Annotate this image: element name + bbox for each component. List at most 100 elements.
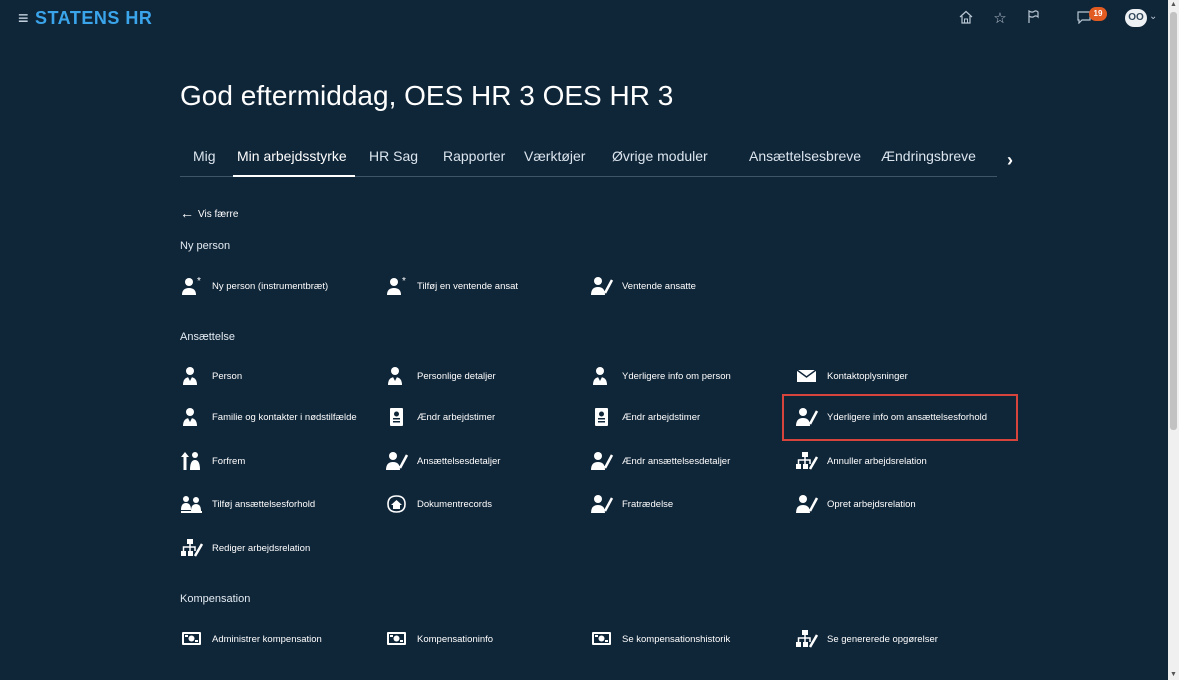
watchlist-flag-icon[interactable] bbox=[1023, 9, 1043, 28]
greeting-title: God eftermiddag, OES HR 3 OES HR 3 bbox=[180, 80, 674, 111]
item-kontaktoplysninger[interactable]: Kontaktoplysninger bbox=[795, 365, 908, 387]
person-edit-icon bbox=[590, 276, 614, 296]
new-person-icon bbox=[180, 276, 204, 296]
item-label: Tilføj ansættelsesforhold bbox=[212, 498, 316, 510]
vertical-scrollbar[interactable]: ▲ ▼ bbox=[1168, 0, 1179, 680]
item-administrer-kompensation[interactable]: Administrer kompensation bbox=[180, 628, 322, 650]
item-label: Forfrem bbox=[212, 455, 246, 467]
person-edit-icon bbox=[795, 494, 819, 514]
org-chart-edit-icon bbox=[180, 538, 204, 558]
item-aendr-arbejdstimer-2[interactable]: Ændr arbejdstimer bbox=[590, 406, 700, 428]
compensation-icon bbox=[590, 629, 614, 649]
item-label: Kompensationinfo bbox=[417, 633, 494, 645]
item-ventende-ansatte[interactable]: Ventende ansatte bbox=[590, 275, 696, 297]
person-edit-icon bbox=[590, 451, 614, 471]
item-label: Rediger arbejdsrelation bbox=[212, 542, 311, 554]
tab-rapporter[interactable]: Rapporter bbox=[443, 148, 505, 164]
chevron-down-icon[interactable]: ⌄ bbox=[1149, 11, 1157, 22]
tab-aendringsbreve[interactable]: Ændringsbreve bbox=[881, 148, 976, 164]
item-label: Tilføj en ventende ansat bbox=[417, 280, 519, 292]
item-se-kompensationshistorik[interactable]: Se kompensationshistorik bbox=[590, 628, 730, 650]
person-icon bbox=[180, 407, 204, 427]
item-label: Person bbox=[212, 370, 243, 382]
item-annuller-arbejdsrelation[interactable]: Annuller arbejdsrelation bbox=[795, 450, 927, 472]
user-avatar[interactable]: OO bbox=[1125, 9, 1147, 27]
id-badge-icon bbox=[385, 407, 409, 427]
item-aendr-arbejdstimer-1[interactable]: Ændr arbejdstimer bbox=[385, 406, 495, 428]
item-fratraedelse[interactable]: Fratrædelse bbox=[590, 493, 673, 515]
item-person[interactable]: Person bbox=[180, 365, 242, 387]
compensation-icon bbox=[385, 629, 409, 649]
item-ny-person[interactable]: Ny person (instrumentbræt) bbox=[180, 275, 328, 297]
item-forfrem[interactable]: Forfrem bbox=[180, 450, 245, 472]
item-label: Ny person (instrumentbræt) bbox=[212, 280, 329, 292]
active-tab-indicator bbox=[233, 175, 355, 177]
scrollbar-thumb[interactable] bbox=[1170, 12, 1177, 430]
item-dokumentrecords[interactable]: Dokumentrecords bbox=[385, 493, 492, 515]
item-tilfoej-ventende-ansat[interactable]: Tilføj en ventende ansat bbox=[385, 275, 518, 297]
item-opret-arbejdsrelation[interactable]: Opret arbejdsrelation bbox=[795, 493, 916, 515]
tab-ansaettelsesbreve[interactable]: Ansættelsesbreve bbox=[749, 148, 861, 164]
item-label: Fratrædelse bbox=[622, 498, 674, 510]
tab-bar: Mig Min arbejdsstyrke HR Sag Rapporter V… bbox=[180, 140, 997, 177]
new-person-icon bbox=[385, 276, 409, 296]
item-label: Ændr arbejdstimer bbox=[622, 411, 701, 423]
person-edit-icon bbox=[385, 451, 409, 471]
item-label: Ventende ansatte bbox=[622, 280, 696, 292]
tab-oevrige-moduler[interactable]: Øvrige moduler bbox=[612, 148, 708, 164]
tab-mig[interactable]: Mig bbox=[193, 148, 216, 164]
item-ansaettelsesdetaljer[interactable]: Ansættelsesdetaljer bbox=[385, 450, 500, 472]
tab-hr-sag[interactable]: HR Sag bbox=[369, 148, 418, 164]
org-chart-edit-icon bbox=[795, 629, 819, 649]
item-kompensationinfo[interactable]: Kompensationinfo bbox=[385, 628, 493, 650]
tab-vaerktoejer[interactable]: Værktøjer bbox=[524, 148, 585, 164]
item-label: Kontaktoplysninger bbox=[827, 370, 908, 382]
person-edit-icon bbox=[590, 494, 614, 514]
section-ansaettelse: Ansættelse bbox=[180, 331, 236, 343]
document-records-icon bbox=[385, 494, 409, 514]
arrow-left-icon: ← bbox=[180, 205, 194, 221]
home-icon[interactable] bbox=[956, 10, 976, 28]
item-rediger-arbejdsrelation[interactable]: Rediger arbejdsrelation bbox=[180, 537, 310, 559]
item-personlige-detaljer[interactable]: Personlige detaljer bbox=[385, 365, 496, 387]
envelope-icon bbox=[795, 366, 819, 386]
promote-icon bbox=[180, 451, 204, 471]
item-label: Personlige detaljer bbox=[417, 370, 496, 382]
item-label: Ændr ansættelsesdetaljer bbox=[622, 455, 731, 467]
add-employment-icon bbox=[180, 494, 204, 514]
id-badge-icon bbox=[590, 407, 614, 427]
item-label: Opret arbejdsrelation bbox=[827, 498, 916, 510]
tab-min-arbejdsstyrke[interactable]: Min arbejdsstyrke bbox=[237, 148, 347, 164]
person-icon bbox=[590, 366, 614, 386]
item-label: Dokumentrecords bbox=[417, 498, 492, 510]
section-ny-person: Ny person bbox=[180, 240, 231, 252]
item-label: Yderligere info om person bbox=[622, 370, 731, 382]
show-less-link[interactable]: ← Vis færre bbox=[180, 205, 238, 221]
item-label: Se genererede opgørelser bbox=[827, 633, 938, 645]
person-icon bbox=[180, 366, 204, 386]
scroll-up-icon[interactable]: ▲ bbox=[1168, 0, 1179, 10]
item-label: Se kompensationshistorik bbox=[622, 633, 731, 645]
item-yderligere-info-person[interactable]: Yderligere info om person bbox=[590, 365, 731, 387]
chevron-right-icon[interactable]: › bbox=[1007, 150, 1013, 171]
person-icon bbox=[385, 366, 409, 386]
hamburger-menu-icon[interactable]: ≡ bbox=[18, 9, 29, 27]
scroll-down-icon[interactable]: ▼ bbox=[1168, 670, 1179, 680]
item-se-genererede-opgoerelser[interactable]: Se genererede opgørelser bbox=[795, 628, 938, 650]
brand-logo[interactable]: STATENS HR bbox=[35, 9, 152, 27]
item-label: Administrer kompensation bbox=[212, 633, 322, 645]
item-tilfoej-ansaettelsesforhold[interactable]: Tilføj ansættelsesforhold bbox=[180, 493, 315, 515]
favorites-star-icon[interactable]: ☆ bbox=[990, 10, 1010, 28]
notification-count-badge[interactable]: 19 bbox=[1089, 7, 1107, 21]
item-aendr-ansaettelsesdetaljer[interactable]: Ændr ansættelsesdetaljer bbox=[590, 450, 730, 472]
org-chart-edit-icon bbox=[795, 451, 819, 471]
item-familie-kontakter[interactable]: Familie og kontakter i nødstilfælde bbox=[180, 406, 357, 428]
item-label: Annuller arbejdsrelation bbox=[827, 455, 927, 467]
item-label: Ansættelsesdetaljer bbox=[417, 455, 501, 467]
section-kompensation: Kompensation bbox=[180, 593, 251, 605]
item-label: Familie og kontakter i nødstilfælde bbox=[212, 411, 357, 423]
show-less-label: Vis færre bbox=[198, 209, 239, 220]
selection-highlight-box bbox=[782, 394, 1018, 441]
item-label: Ændr arbejdstimer bbox=[417, 411, 496, 423]
top-bar: ≡ STATENS HR ☆ 19 OO ⌄ bbox=[0, 0, 1168, 34]
